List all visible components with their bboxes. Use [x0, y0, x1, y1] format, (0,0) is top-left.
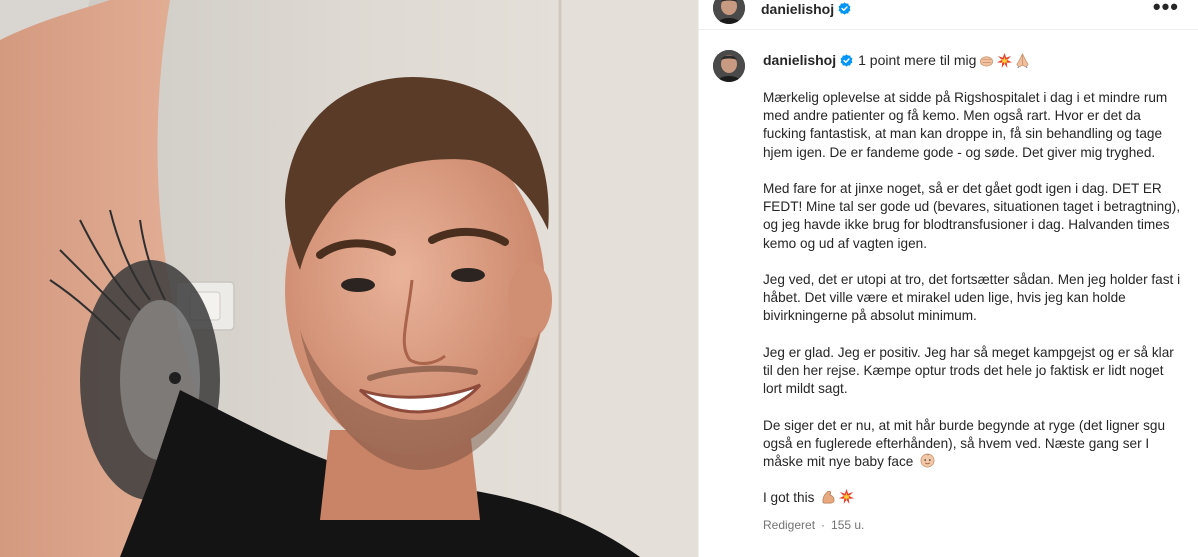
- avatar[interactable]: [713, 50, 745, 82]
- more-options-button[interactable]: •••: [1153, 0, 1179, 20]
- post-age[interactable]: 155 u.: [831, 518, 864, 532]
- caption-paragraph: Jeg ved, det er utopi at tro, det fortsæ…: [763, 272, 1181, 324]
- post-photo[interactable]: [0, 0, 698, 557]
- caption-comment: danielishoj 1 point mere til mig Mærkeli…: [713, 50, 1183, 532]
- collision-icon: [839, 489, 855, 505]
- caption-body: danielishoj 1 point mere til mig Mærkeli…: [763, 50, 1183, 532]
- flexed-biceps-icon: [822, 491, 835, 504]
- caption-paragraph-with-emoji: I got this: [763, 489, 1183, 507]
- caption-header: danielishoj 1 point mere til mig: [763, 50, 1183, 70]
- edited-label[interactable]: Redigeret: [763, 518, 815, 532]
- avatar-image: [713, 0, 745, 24]
- avatar-image: [713, 50, 745, 82]
- caption-paragraph: Mærkelig oplevelse at sidde på Rigshospi…: [763, 90, 1168, 160]
- avatar[interactable]: [713, 0, 745, 24]
- verified-badge-icon: [838, 2, 851, 15]
- caption-paragraph: Jeg er glad. Jeg er positiv. Jeg har så …: [763, 344, 1174, 397]
- caption-paragraph: De siger det er nu, at mit hår burde beg…: [763, 417, 1165, 469]
- username-text[interactable]: danielishoj: [761, 1, 834, 17]
- folded-hands-icon: [1016, 52, 1029, 68]
- oncoming-fist-icon: [980, 55, 994, 66]
- post-header: danielishoj •••: [699, 0, 1198, 30]
- selfie-illustration: [0, 0, 698, 557]
- post-sidebar: danielishoj ••• danielishoj 1 point mere…: [698, 0, 1198, 557]
- verified-badge-icon: [840, 53, 853, 67]
- caption-paragraph-with-emoji: De siger det er nu, at mit hår burde beg…: [763, 417, 1183, 472]
- collision-icon: [997, 52, 1013, 68]
- header-username[interactable]: danielishoj: [761, 1, 851, 17]
- caption-text: Mærkelig oplevelse at sidde på Rigshospi…: [763, 89, 1183, 508]
- caption-paragraph: I got this: [763, 490, 815, 506]
- baby-face-icon: [920, 453, 935, 468]
- caption-username[interactable]: danielishoj: [763, 50, 836, 70]
- caption-meta: Redigeret · 155 u.: [763, 518, 1183, 532]
- caption-title: 1 point mere til mig: [858, 52, 977, 68]
- post-view: danielishoj ••• danielishoj 1 point mere…: [0, 0, 1198, 557]
- meta-separator: ·: [821, 517, 826, 532]
- caption-paragraph: Med fare for at jinxe noget, så er det g…: [763, 181, 1181, 251]
